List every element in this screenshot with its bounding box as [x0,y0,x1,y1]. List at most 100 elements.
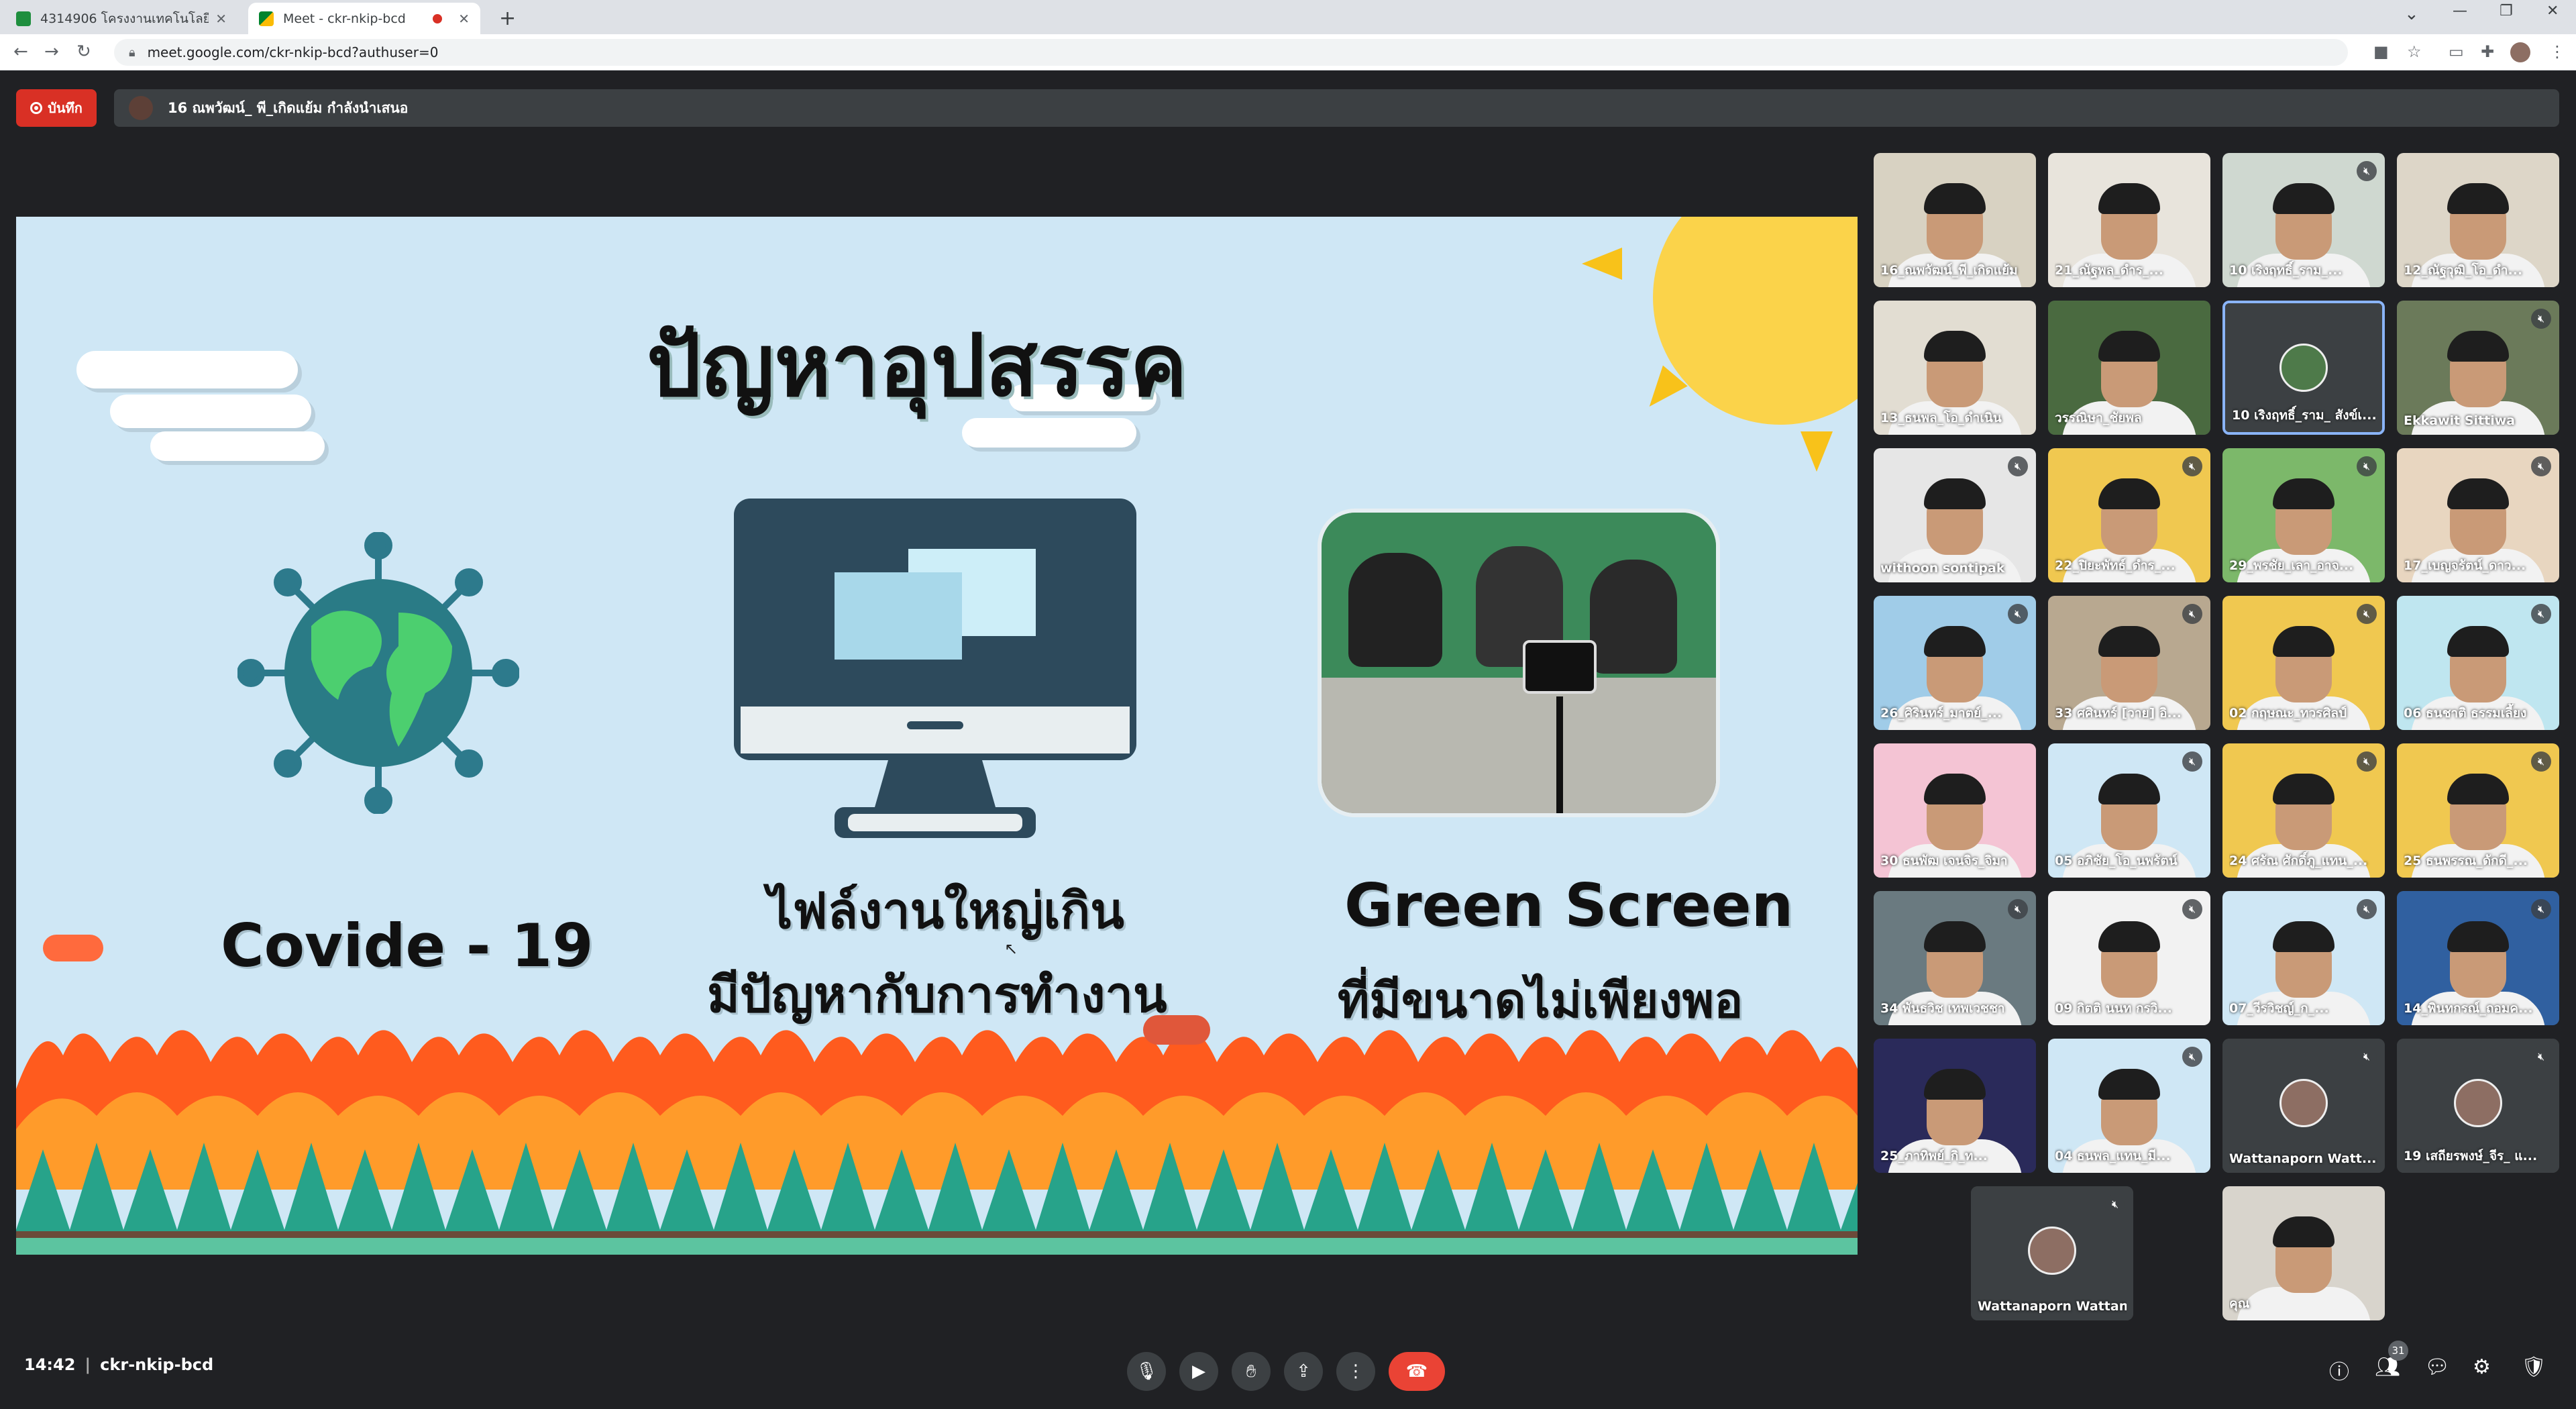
meet-favicon-icon [259,11,274,26]
participant-tile[interactable]: 🔇︎ 04 ธนพล_แทน_มี... [2048,1039,2210,1173]
cast-icon[interactable]: ▭ [2449,42,2464,61]
green-screen-photo [1318,509,1720,817]
muted-mic-icon: 🔇︎ [2531,899,2551,919]
participant-tile[interactable]: 🔇︎ 06 ธนชาติ ธรรมเลี้ยง [2397,596,2559,730]
muted-mic-icon: 🔇︎ [2182,751,2202,772]
participant-tile[interactable]: 🔇︎ Ekkawit Sittiwa [2397,301,2559,435]
extensions-icon[interactable]: ✚ [2481,42,2494,61]
host-controls-icon[interactable]: 🛡︎ [2521,1355,2546,1379]
recording-button[interactable]: บันทึก [16,89,97,127]
meeting-details: 14:42 | ckr-nkip-bcd [24,1355,213,1374]
tab-title: Meet - ckr-nkip-bcd [283,11,406,26]
tab-title: 4314906 โครงงานเทคโนโลยีมัลติมีเดีย [40,11,209,26]
participant-name: 10 เริงฤทธิ์_ราม_ สังข์เ... [2232,408,2375,423]
participant-tile[interactable]: 16_ณพวัฒน์_พี_เกิดแย้ม [1874,153,2036,287]
chat-icon[interactable]: 💬︎ [2424,1355,2450,1379]
participant-tile[interactable]: คุณ [2222,1186,2385,1320]
microphone-button[interactable]: 🎙︎ [1127,1352,1166,1391]
raise-hand-button[interactable]: ✋︎ [1232,1352,1271,1391]
muted-mic-icon: 🔇︎ [2357,1047,2377,1067]
participant-tile[interactable]: 21_ณัฐพล_ดำร_... [2048,153,2210,287]
participant-name: Ekkawit Sittiwa [2404,413,2516,428]
participant-name: 25 ธนพรรณ_ดักดี_... [2404,853,2528,868]
muted-mic-icon: 🔇︎ [2531,456,2551,476]
participant-tile[interactable]: 🔇︎ 33 ศศินทร์ [วาย] อิ... [2048,596,2210,730]
address-bar[interactable]: 🔒︎ meet.google.com/ckr-nkip-bcd?authuser… [114,39,2348,66]
participant-tile[interactable]: 🔇︎ 25 ธนพรรณ_ดักดี_... [2397,743,2559,878]
presenter-text: 16 ณพวัฒน์_ พี_เกิดแย้ม กำลังนำเสนอ [168,99,409,116]
participant-tile[interactable]: 🔇︎ 22_ปิยะพัทธ์_ดำร_... [2048,448,2210,582]
participant-tile[interactable]: 🔇︎ 05 อภิชัย_โอ_นพรัตน์ [2048,743,2210,878]
address-bar-row: ← → ↻ 🔒︎ meet.google.com/ckr-nkip-bcd?au… [0,34,2576,70]
activities-icon[interactable]: ⚙︎ [2473,1355,2491,1379]
participant-name: 13_ธนพล_โอ_ดำเนิน [1880,411,2002,425]
browser-menu-icon[interactable]: ⋮ [2549,42,2565,61]
close-tab-icon[interactable]: ✕ [215,11,227,27]
browser-tab-strip: 4314906 โครงงานเทคโนโลยีมัลติมีเดีย ✕ Me… [0,0,2576,34]
participant-tile[interactable]: 🔇︎ 24 ศรัณ ศักดิ์ภู_แทน_... [2222,743,2385,878]
participant-tile[interactable]: 🔇︎ withoon sontipak [1874,448,2036,582]
forward-arrow-icon[interactable]: → [44,42,59,62]
participant-name: 12_ณัฐวุฒิ_โอ_ดำ... [2404,263,2523,278]
muted-mic-icon: 🔇︎ [2357,899,2377,919]
muted-mic-icon: 🔇︎ [2182,1047,2202,1067]
minimize-button[interactable]: — [2453,3,2467,19]
participant-tile[interactable]: 12_ณัฐวุฒิ_โอ_ดำ... [2397,153,2559,287]
participant-tile[interactable]: 🔇︎ 09 กิตติ นนท กรวิ... [2048,891,2210,1025]
participant-tile[interactable]: 🔇︎ 17_เบญจรัตน์_ดาว... [2397,448,2559,582]
meet-bottom-bar: 14:42 | ckr-nkip-bcd 🎙︎ ▶ ✋︎ ⇪ ⋮ ☎︎ ⓘ 👥︎ 3… [0,1328,2576,1409]
sun-graphic [1653,217,1858,425]
reload-icon[interactable]: ↻ [76,42,91,62]
participant-name: Wattanaporn Watt... [2229,1151,2377,1166]
participant-avatar [2279,344,2328,392]
camera-button[interactable]: ▶ [1179,1352,1218,1391]
participant-avatar [2028,1227,2076,1275]
participant-tile[interactable]: 🔇︎ 07_วีรวิชญ์_ก_... [2222,891,2385,1025]
participant-avatar [2279,1079,2328,1127]
participant-name: 02 กฤษณะ_ทวรศิลป์ [2229,706,2347,721]
bookmark-star-icon[interactable]: ☆ [2407,42,2422,61]
back-arrow-icon[interactable]: ← [13,42,28,62]
present-screen-button[interactable]: ⇪ [1284,1352,1323,1391]
muted-mic-icon: 🔇︎ [2531,604,2551,624]
profile-avatar[interactable] [2510,42,2530,62]
participant-tile[interactable]: 🔇︎ 26_ศิรินทร์_มาตย์_... [1874,596,2036,730]
muted-mic-icon: 🔇︎ [2531,1047,2551,1067]
close-window-button[interactable]: ✕ [2546,3,2559,19]
participant-tile[interactable]: 🔇︎ 02 กฤษณะ_ทวรศิลป์ [2222,596,2385,730]
participant-name: 14_พินทกรณ์_ถอมค... [2404,1001,2533,1016]
participant-tile[interactable]: 🔇︎ Wattanaporn Watt... [2222,1039,2385,1173]
participant-tile[interactable]: 🔇︎ 14_พินทกรณ์_ถอมค... [2397,891,2559,1025]
photo-person [1590,560,1677,674]
mic-icon: 🎙︎ [1135,1361,1158,1381]
browser-tab-classroom[interactable]: 4314906 โครงงานเทคโนโลยีมัลติมีเดีย ✕ [5,3,237,34]
participant-tile[interactable]: วรรณิษา_ชัยพล [2048,301,2210,435]
participant-tile[interactable]: 🔇︎ 29_พรชัย_เลา_อาจ... [2222,448,2385,582]
participant-tile[interactable]: 10 เริงฤทธิ์_ราม_ สังข์เ... [2222,301,2385,435]
participant-tile[interactable]: 🔇︎ 19 เสถียรพงษ์_จีร_ แ... [2397,1039,2559,1173]
new-tab-button[interactable]: + [499,7,516,30]
tab-search-icon[interactable]: ⌄ [2404,4,2419,24]
participant-tile[interactable]: 🔇︎ 10 เริงฤทธิ์_ราม_... [2222,153,2385,287]
info-icon[interactable]: ⓘ [2329,1355,2349,1385]
meeting-time: 14:42 [24,1355,76,1374]
participant-tile[interactable]: 25_ภาทิพย์_กิ_ท... [1874,1039,2036,1173]
participant-tile[interactable]: 30 ธนพัฒ เจนจิร_จิมา [1874,743,2036,878]
muted-mic-icon: 🔇︎ [2357,604,2377,624]
photo-tripod [1556,696,1563,813]
participant-tile[interactable]: 🔇︎ 34 พันธวิช เทพเวชชา [1874,891,2036,1025]
participant-name: 16_ณพวัฒน์_พี_เกิดแย้ม [1880,263,2018,278]
camera-in-use-icon[interactable]: ■ [2373,42,2389,61]
more-options-button[interactable]: ⋮ [1336,1352,1375,1391]
sun-ray [1582,248,1622,280]
participant-tile[interactable]: 13_ธนพล_โอ_ดำเนิน [1874,301,2036,435]
close-tab-icon[interactable]: ✕ [458,11,470,27]
muted-mic-icon: 🔇︎ [2008,604,2028,624]
helicopter-graphic [1143,1015,1210,1045]
browser-tab-meet[interactable]: Meet - ckr-nkip-bcd ✕ [248,3,480,34]
participant-tile[interactable]: 🔇︎ Wattanaporn Wattanachaitham [1971,1186,2133,1320]
coronavirus-globe-graphic [237,532,519,814]
participant-name: 07_วีรวิชญ์_ก_... [2229,1001,2329,1016]
leave-call-button[interactable]: ☎︎ [1389,1352,1445,1391]
restore-button[interactable]: ❐ [2500,3,2513,19]
